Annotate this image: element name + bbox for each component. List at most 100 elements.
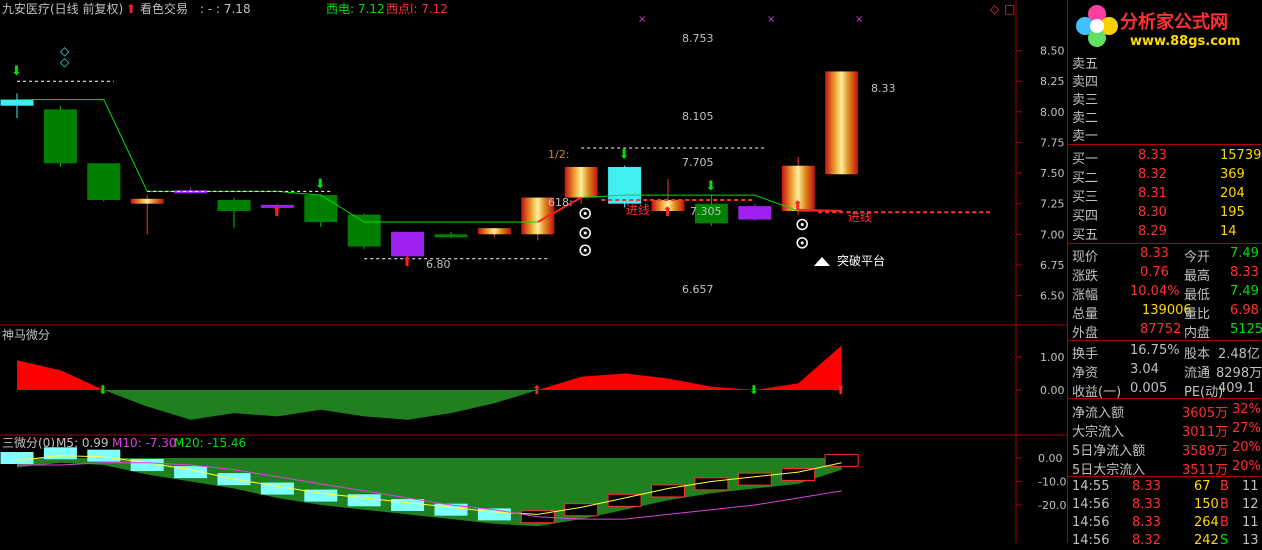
stat-value: 51254: [1230, 322, 1262, 337]
sell-level-label: 卖四: [1072, 75, 1099, 90]
x-marker-icon: ×: [855, 14, 863, 25]
candle-body: [391, 231, 425, 257]
quote-panel: 分析家公式网 www.88gs.com 卖五 卖四 卖三 卖二 卖一 买一 8.33 1573…: [1067, 0, 1262, 548]
y-tick-label: -10.00: [1038, 476, 1067, 489]
diamond-icon[interactable]: ◇: [990, 2, 1000, 16]
flower-icon: [1076, 5, 1118, 47]
divider: [1068, 243, 1261, 244]
buy-volume: 195: [1220, 205, 1245, 220]
candle-body: [217, 200, 251, 212]
diff-bar: [824, 453, 859, 467]
candle-body: [608, 166, 642, 204]
stock-chart-screen: { "header": { "stock": "九安医疗(日线 前复权)", "…: [0, 0, 1262, 548]
buy-label: 买四: [1072, 209, 1099, 224]
sub1-panel[interactable]: ⬇ ⬇ ⬆ ⬆: [17, 345, 846, 420]
m20-label: M20: -15.46: [174, 436, 246, 450]
down-arrow-icon: ⬇: [619, 147, 630, 162]
up-arrow-icon: ⬆: [792, 199, 803, 214]
stat-label: 涨跌: [1072, 269, 1099, 284]
buy-label: 买一: [1072, 152, 1099, 167]
price-tag: 8.33: [871, 82, 896, 95]
flow-percent: 32%: [1232, 402, 1261, 417]
signal-dot: [800, 222, 804, 226]
buy-price: 8.33: [1138, 148, 1167, 163]
candle-body: [304, 195, 338, 223]
label-half: 1/2:: [548, 148, 569, 161]
sub2-panel[interactable]: [0, 447, 859, 527]
diamond-marker-icon: ◇: [60, 55, 70, 69]
signal-arrow-icon: ⬆: [532, 383, 542, 397]
up-arrow-icon: ⬆: [662, 205, 673, 220]
stat-value: 8.33: [1140, 246, 1169, 261]
down-arrow-icon: ⬇: [315, 177, 326, 192]
candle-body: [434, 234, 468, 238]
signal-arrow-icon: ⬆: [836, 383, 846, 397]
label-7305: 7.305: [690, 205, 722, 218]
buy-volume: 204: [1220, 186, 1245, 201]
candle-body: [564, 166, 598, 198]
buy-volume: 369: [1220, 167, 1245, 182]
tick-volume: 150: [1194, 497, 1219, 512]
stat-value: 409.1: [1218, 381, 1256, 396]
stat-label: 内盘: [1184, 326, 1211, 341]
y-tick-label: 7.50: [1040, 167, 1065, 180]
stat-value: 10.04%: [1130, 284, 1180, 299]
diff-bar: [0, 452, 34, 464]
signal-dot: [583, 211, 587, 215]
candle-body: [477, 228, 511, 235]
diff-bar: [347, 494, 381, 507]
sell-point-label: 西点l: 7.12: [386, 2, 448, 16]
tick-count: 11: [1242, 515, 1259, 530]
signal-arrow-icon: ⬇: [749, 383, 759, 397]
stat-value: 8.33: [1230, 265, 1259, 280]
logo-title: 分析家公式网: [1120, 12, 1228, 33]
stat-label: 最低: [1184, 288, 1211, 303]
buy-label: 买五: [1072, 228, 1099, 243]
site-logo: 分析家公式网 www.88gs.com: [1068, 0, 1262, 55]
signal-dot: [583, 248, 587, 252]
tick-count: 13: [1242, 533, 1259, 548]
candle-body: [0, 99, 34, 106]
stat-label: 涨幅: [1072, 288, 1099, 303]
x-marker-icon: ×: [638, 14, 646, 25]
y-tick-label: 1.00: [1040, 351, 1065, 364]
sub2-title: 三微分(0): [2, 436, 55, 450]
sell-level-label: 卖一: [1072, 129, 1099, 144]
candle-body: [347, 214, 381, 247]
y-tick-label: 6.50: [1040, 290, 1065, 303]
tick-time: 14:56: [1072, 533, 1110, 548]
y-tick-label: 8.25: [1040, 75, 1065, 88]
stat-label: 流通: [1184, 366, 1211, 381]
label-base: 6.657: [682, 283, 714, 296]
buy-price: 8.31: [1138, 186, 1167, 201]
tick-time: 14:56: [1072, 497, 1110, 512]
sell-level-label: 卖二: [1072, 111, 1099, 126]
flow-amount: 3011万: [1182, 425, 1229, 440]
sell-line-label: 西电: 7.12: [326, 2, 385, 16]
tick-volume: 264: [1194, 515, 1219, 530]
m5-label: M5: 0.99: [56, 436, 109, 450]
label-7705: 7.705: [682, 156, 714, 169]
diff-bar: [737, 472, 772, 486]
stat-value: 8298万: [1216, 366, 1262, 381]
label-mid: 8.105: [682, 110, 714, 123]
stat-value: 0.005: [1130, 381, 1168, 396]
stat-label: 外盘: [1072, 326, 1099, 341]
square-icon[interactable]: □: [1004, 2, 1015, 16]
stat-value: 2.48亿: [1218, 347, 1260, 362]
candle-body: [87, 163, 121, 200]
stat-label: 量比: [1184, 307, 1211, 322]
flow-label: 净流入额: [1072, 406, 1125, 421]
diff-bar: [391, 499, 425, 511]
red-arrow-icon: ⬆: [126, 2, 136, 16]
flow-percent: 20%: [1232, 440, 1261, 455]
negative-area: [17, 390, 842, 420]
flow-percent: 27%: [1232, 421, 1261, 436]
divider: [1068, 340, 1261, 341]
stat-value: 3.04: [1130, 362, 1159, 377]
main-panel[interactable]: ⬇⬇⬇⬇⬆⬆⬆ ⬆◇◇× × ×: [0, 14, 991, 270]
signal-arrow-icon: ⬇: [98, 383, 108, 397]
up-arrow-icon: ⬆: [402, 255, 413, 270]
y-axes: 8.50 8.25 8.00 7.75 7.50 7.25 7.00 6.75 6.50 1.00…: [1016, 45, 1067, 512]
enter-line-label-1: 进线: [626, 203, 650, 217]
